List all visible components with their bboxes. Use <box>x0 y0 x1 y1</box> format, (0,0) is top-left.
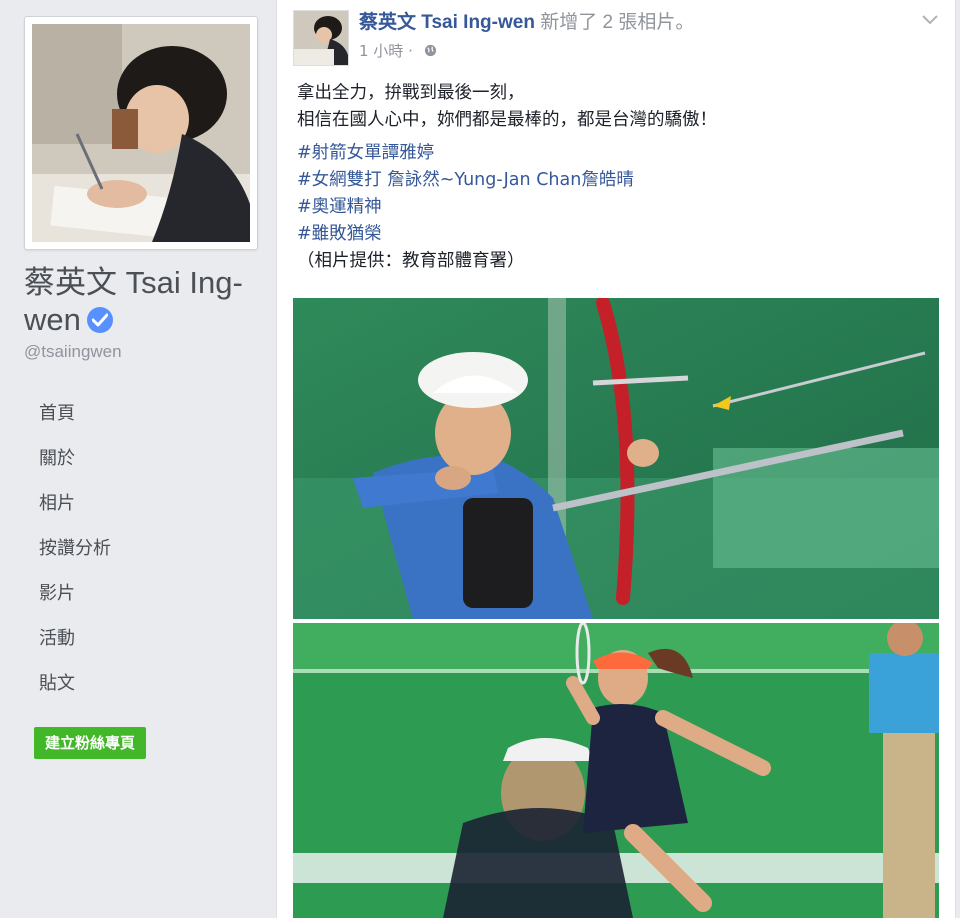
post-author-avatar[interactable] <box>293 10 349 66</box>
page-name-text: 蔡英文 Tsai Ing-wen <box>24 265 243 337</box>
post-action-text: 新增了 2 張相片。 <box>540 12 695 33</box>
post-photo-archery[interactable] <box>293 298 939 619</box>
nav-item-home[interactable]: 首頁 <box>39 396 111 441</box>
create-page-button[interactable]: 建立粉絲專頁 <box>34 727 147 759</box>
nav-item-videos[interactable]: 影片 <box>39 576 111 621</box>
post-photo-tennis[interactable] <box>293 623 939 918</box>
post-timestamp[interactable]: 1 小時 <box>359 42 403 60</box>
post-text-line: 相信在國人心中，妳們都是最棒的，都是台灣的驕傲！ <box>297 110 717 130</box>
page-handle[interactable]: @tsaiingwen <box>24 342 122 362</box>
verified-icon <box>86 307 113 333</box>
photo-credit: （相片提供：教育部體育署） <box>297 251 525 271</box>
page-sidebar: 蔡英文 Tsai Ing-wen @tsaiingwen 首頁 關於 相片 按讚… <box>0 0 276 918</box>
post-text-line: 拿出全力，拚戰到最後一刻， <box>297 83 525 103</box>
chevron-down-icon[interactable] <box>921 12 939 26</box>
globe-icon[interactable] <box>424 44 437 57</box>
hashtag-link[interactable]: #射箭女單譚雅婷 <box>297 140 937 167</box>
hashtag-link[interactable]: #奧運精神 <box>297 194 937 221</box>
profile-photo-image <box>32 24 250 242</box>
nav-item-photos[interactable]: 相片 <box>39 486 111 531</box>
page-name[interactable]: 蔡英文 Tsai Ing-wen <box>24 264 264 338</box>
post-header: 蔡英文 Tsai Ing-wen 新增了 2 張相片。 <box>359 10 694 36</box>
page-nav: 首頁 關於 相片 按讚分析 影片 活動 貼文 <box>39 396 111 711</box>
nav-item-about[interactable]: 關於 <box>39 441 111 486</box>
hashtag-link[interactable]: #雖敗猶榮 <box>297 221 937 248</box>
post-body: 拿出全力，拚戰到最後一刻， 相信在國人心中，妳們都是最棒的，都是台灣的驕傲！ #… <box>297 80 937 275</box>
post-author-link[interactable]: 蔡英文 Tsai Ing-wen <box>359 12 535 33</box>
hashtag-link[interactable]: #女網雙打 詹詠然~Yung-Jan Chan詹皓晴 <box>297 167 937 194</box>
nav-item-events[interactable]: 活動 <box>39 621 111 666</box>
nav-item-posts[interactable]: 貼文 <box>39 666 111 711</box>
post-card: 蔡英文 Tsai Ing-wen 新增了 2 張相片。 1 小時 · 拿出全力，… <box>276 0 956 918</box>
nav-item-likes[interactable]: 按讚分析 <box>39 531 111 576</box>
profile-picture[interactable] <box>24 16 258 250</box>
post-meta: 1 小時 · <box>359 40 437 61</box>
